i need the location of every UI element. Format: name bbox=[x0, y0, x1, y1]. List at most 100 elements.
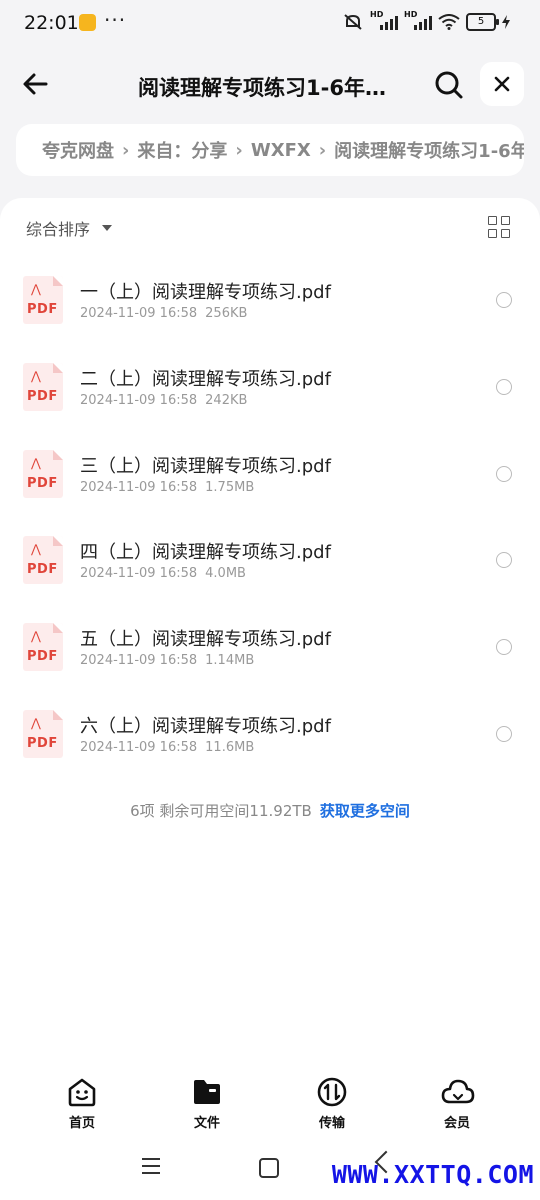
file-date: 2024-11-09 16:58 bbox=[80, 306, 198, 321]
home-button[interactable] bbox=[259, 1158, 279, 1178]
breadcrumb-item-root[interactable]: 夸克网盘 bbox=[42, 137, 114, 163]
breadcrumb: 夸克网盘 › 来自：分享 › WXFX › 阅读理解专项练习1-6年级上册 bbox=[16, 124, 524, 176]
file-name: 四（上）阅读理解专项练习.pdf bbox=[80, 542, 331, 564]
file-name: 一（上）阅读理解专项练习.pdf bbox=[80, 282, 331, 303]
transfer-icon bbox=[317, 1077, 347, 1107]
breadcrumb-item-share[interactable]: 来自：分享 bbox=[137, 137, 227, 163]
pdf-file-icon: ⋀ PDF bbox=[23, 709, 63, 758]
file-row[interactable]: ⋀ PDF 六（上）阅读理解专项练习.pdf 2024-11-09 16:58 1… bbox=[0, 690, 540, 777]
file-type-label: PDF bbox=[27, 475, 58, 491]
file-date: 2024-11-09 16:58 bbox=[80, 566, 198, 582]
status-time: 22:01 bbox=[24, 12, 79, 34]
sort-dropdown[interactable]: 综合排序 bbox=[26, 216, 113, 240]
file-name: 六（上）阅读理解专项练习.pdf bbox=[80, 715, 331, 737]
cloud-member-icon bbox=[441, 1079, 475, 1104]
battery-level: 5 bbox=[477, 16, 485, 27]
close-icon bbox=[494, 76, 510, 92]
file-row[interactable]: ⋀ PDF 五（上）阅读理解专项练习.pdf 2024-11-09 16:58 1… bbox=[0, 603, 540, 690]
bottom-nav: 首页 文件 传输 会员 bbox=[0, 1076, 540, 1136]
file-name: 三（上）阅读理解专项练习.pdf bbox=[80, 455, 331, 477]
breadcrumb-item-wxfx[interactable]: WXFX bbox=[251, 140, 311, 161]
arrow-left-icon bbox=[23, 73, 48, 95]
file-list-panel: 综合排序 ⋀ PDF 一（上）阅读理解专项练习.pdf 2024-11-09 1… bbox=[0, 198, 540, 1200]
select-radio[interactable] bbox=[496, 725, 512, 742]
select-radio[interactable] bbox=[496, 552, 512, 569]
search-button[interactable] bbox=[432, 68, 466, 102]
close-button[interactable] bbox=[480, 62, 524, 106]
breadcrumb-chevron-icon: › bbox=[122, 139, 130, 161]
file-date: 2024-11-09 16:58 bbox=[80, 392, 198, 408]
folder-icon bbox=[194, 1080, 220, 1104]
file-size: 242KB bbox=[205, 392, 248, 408]
breadcrumb-chevron-icon: › bbox=[235, 139, 243, 161]
battery-icon: 5 bbox=[466, 13, 499, 31]
nav-member-label: 会员 bbox=[443, 1116, 470, 1131]
pdf-file-icon: ⋀ PDF bbox=[23, 276, 63, 324]
notification-app-icon bbox=[79, 14, 96, 31]
file-type-label: PDF bbox=[27, 388, 58, 404]
page-title: 阅读理解专项练习1-6年级上册 bbox=[138, 76, 406, 100]
file-row[interactable]: ⋀ PDF 一（上）阅读理解专项练习.pdf 2024-11-09 16:58 2… bbox=[0, 256, 540, 343]
grid-view-icon bbox=[488, 216, 497, 225]
file-meta: 2024-11-09 16:58 256KB bbox=[80, 306, 247, 321]
select-radio[interactable] bbox=[496, 378, 512, 395]
mute-icon bbox=[344, 14, 362, 30]
file-size: 1.75MB bbox=[205, 479, 255, 495]
signal-icon: HD bbox=[370, 10, 398, 30]
caret-down-icon bbox=[102, 225, 113, 231]
status-bar: 22:01 ··· HD HD 5 bbox=[0, 0, 540, 46]
file-list: ⋀ PDF 一（上）阅读理解专项练习.pdf 2024-11-09 16:58 2… bbox=[0, 256, 540, 777]
storage-summary: 6项 剩余可用空间11.92TB 获取更多空间 bbox=[0, 800, 540, 821]
file-size: 4.0MB bbox=[205, 566, 246, 582]
nav-transfer[interactable]: 传输 bbox=[292, 1076, 372, 1131]
select-radio[interactable] bbox=[496, 465, 512, 482]
pdf-file-icon: ⋀ PDF bbox=[23, 449, 63, 498]
file-type-label: PDF bbox=[27, 302, 58, 317]
signal-hd-label: HD bbox=[370, 10, 384, 19]
file-row[interactable]: ⋀ PDF 二（上）阅读理解专项练习.pdf 2024-11-09 16:58 2… bbox=[0, 343, 540, 430]
nav-member[interactable]: 会员 bbox=[417, 1076, 497, 1131]
file-name: 五（上）阅读理解专项练习.pdf bbox=[80, 629, 331, 651]
nav-files-label: 文件 bbox=[193, 1116, 220, 1131]
pdf-file-icon: ⋀ PDF bbox=[23, 623, 63, 672]
file-date: 2024-11-09 16:58 bbox=[80, 479, 198, 495]
file-size: 256KB bbox=[205, 306, 248, 321]
file-size: 11.6MB bbox=[205, 739, 255, 755]
file-date: 2024-11-09 16:58 bbox=[80, 653, 198, 669]
file-row[interactable]: ⋀ PDF 四（上）阅读理解专项练习.pdf 2024-11-09 16:58 4… bbox=[0, 516, 540, 603]
storage-summary-text: 6项 剩余可用空间11.92TB bbox=[130, 802, 312, 820]
file-size: 1.14MB bbox=[205, 653, 255, 669]
status-icons: HD HD 5 bbox=[342, 10, 510, 31]
more-notifications-indicator: ··· bbox=[104, 8, 127, 32]
home-face-icon bbox=[68, 1078, 96, 1107]
sort-label: 综合排序 bbox=[26, 220, 91, 239]
file-meta: 2024-11-09 16:58 11.6MB bbox=[80, 740, 254, 755]
top-bar: 阅读理解专项练习1-6年级上册 bbox=[0, 58, 540, 114]
file-type-label: PDF bbox=[27, 735, 58, 751]
pdf-file-icon: ⋀ PDF bbox=[23, 536, 63, 585]
file-type-label: PDF bbox=[27, 562, 58, 578]
grid-view-button[interactable] bbox=[488, 216, 510, 238]
back-button[interactable] bbox=[18, 66, 54, 102]
file-type-label: PDF bbox=[27, 649, 58, 665]
file-meta: 2024-11-09 16:58 1.14MB bbox=[80, 653, 254, 668]
breadcrumb-item-current: 阅读理解专项练习1-6年级上册 bbox=[334, 141, 524, 162]
file-row[interactable]: ⋀ PDF 三（上）阅读理解专项练习.pdf 2024-11-09 16:58 1… bbox=[0, 430, 540, 517]
breadcrumb-chevron-icon: › bbox=[318, 139, 327, 161]
pdf-file-icon: ⋀ PDF bbox=[23, 362, 63, 411]
charging-icon bbox=[502, 15, 510, 29]
wifi-icon bbox=[438, 14, 460, 30]
nav-home[interactable]: 首页 bbox=[42, 1076, 122, 1131]
file-meta: 2024-11-09 16:58 1.75MB bbox=[80, 480, 254, 495]
signal-2-icon: HD bbox=[404, 10, 432, 30]
watermark: WWW.XXTTQ.COM bbox=[331, 1160, 534, 1189]
select-radio[interactable] bbox=[496, 639, 512, 656]
get-more-space-link[interactable]: 获取更多空间 bbox=[320, 802, 410, 820]
nav-files[interactable]: 文件 bbox=[167, 1076, 247, 1131]
recents-button[interactable] bbox=[142, 1158, 160, 1179]
file-date: 2024-11-09 16:58 bbox=[80, 739, 198, 755]
select-radio[interactable] bbox=[496, 292, 512, 308]
nav-transfer-label: 传输 bbox=[318, 1116, 345, 1131]
nav-home-label: 首页 bbox=[68, 1116, 95, 1131]
signal-2-hd-label: HD bbox=[404, 10, 418, 19]
